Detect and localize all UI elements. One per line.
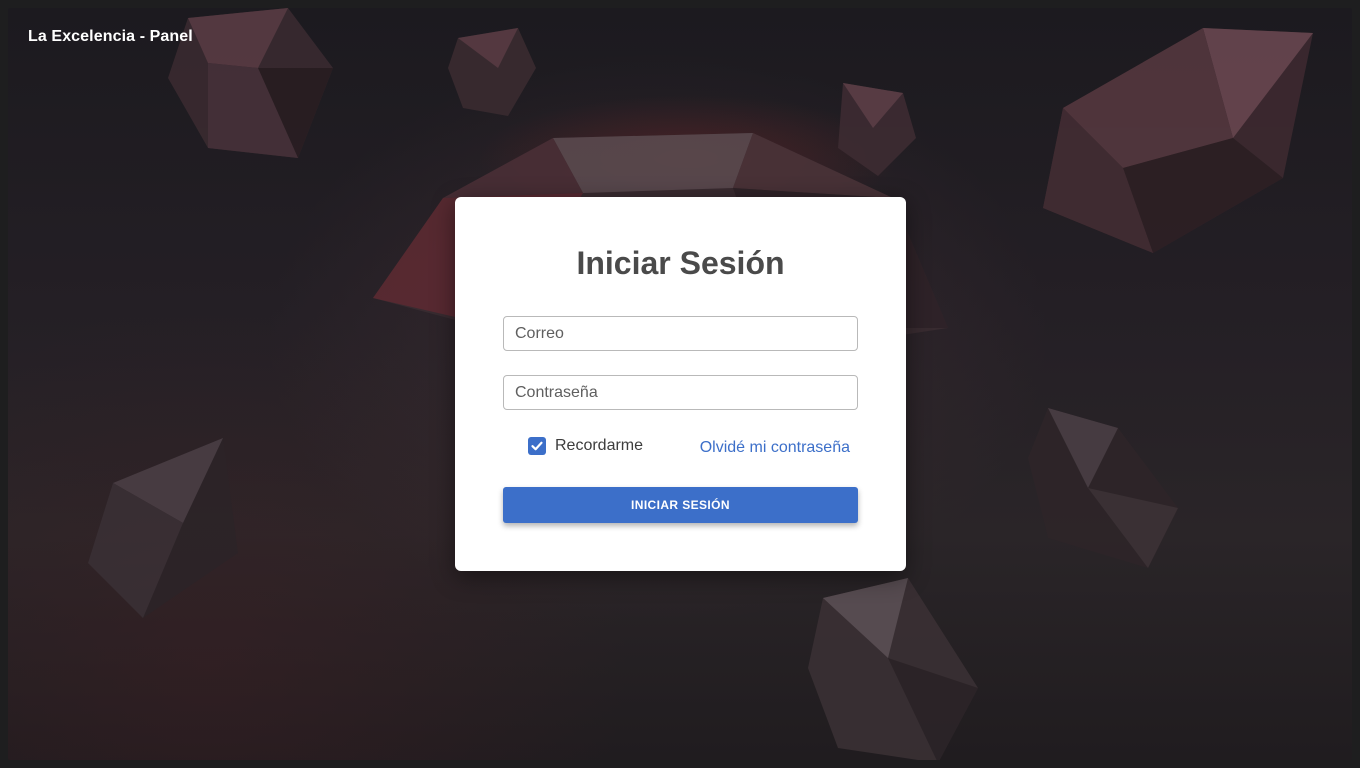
gem-decoration-bottom	[808, 578, 978, 760]
login-title: Iniciar Sesión	[576, 245, 785, 281]
gem-decoration-top-center	[448, 28, 536, 116]
gem-decoration-right	[1028, 408, 1178, 568]
forgot-password-link[interactable]: Olvidé mi contraseña	[700, 439, 850, 457]
remember-me-row: Recordarme	[528, 437, 643, 455]
login-button[interactable]: INICIAR SESIÓN	[503, 487, 858, 523]
app-title: La Excelencia - Panel	[28, 28, 193, 45]
check-icon	[531, 441, 543, 451]
email-field[interactable]	[503, 316, 858, 351]
remember-me-checkbox[interactable]	[528, 437, 546, 455]
remember-me-label[interactable]: Recordarme	[555, 437, 643, 455]
page-background: La Excelencia - Panel Iniciar Sesión Rec…	[8, 8, 1352, 760]
password-field[interactable]	[503, 375, 858, 410]
gem-decoration-top-right	[1043, 28, 1313, 253]
gem-decoration-left	[88, 438, 238, 618]
gem-decoration-top-left	[168, 8, 333, 158]
login-card: Iniciar Sesión Recordarme Olvidé mi cont…	[455, 197, 906, 571]
